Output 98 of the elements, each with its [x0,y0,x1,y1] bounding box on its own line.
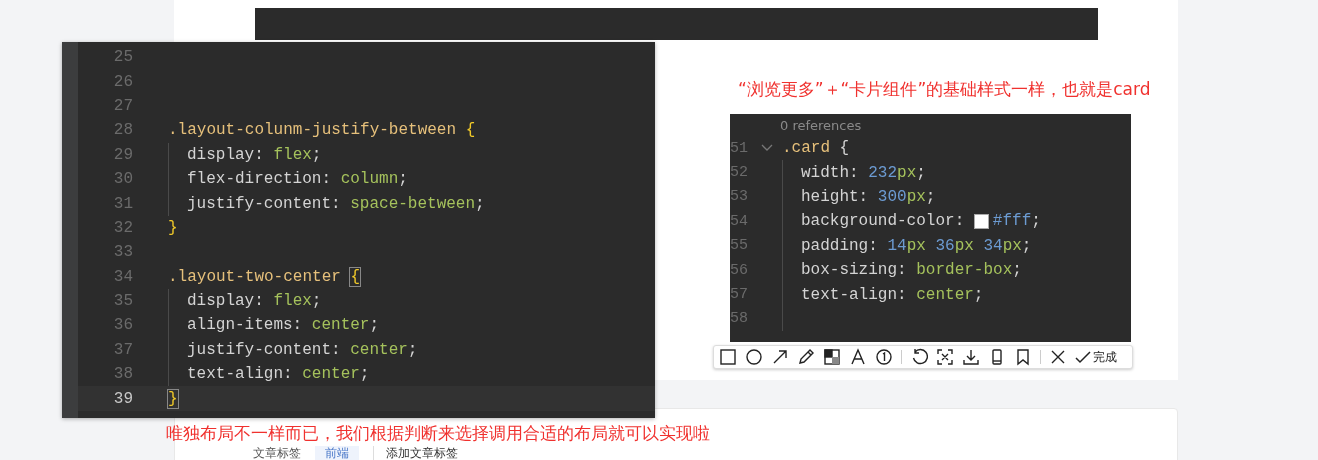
circle-icon[interactable] [745,348,763,366]
code-text: 36 [935,236,955,255]
code-text: } [168,218,178,237]
annotation-text: “浏览更多”＋“卡片组件”的基础样式一样，也就是card [738,79,1151,99]
pencil-icon[interactable] [797,348,815,366]
code-text: px [1002,236,1022,255]
code-text: px [906,187,926,206]
code-text: display: [187,292,265,311]
scan-icon[interactable] [936,348,954,366]
code-text: align-items: [187,316,304,335]
line-number: 34 [112,267,133,286]
line-number: 53 [730,188,748,206]
line-number: 28 [112,121,133,140]
code-text: px [906,236,927,255]
codelens-text: 0 references [779,117,863,135]
undo-icon[interactable] [910,348,928,366]
code-text: justify-content: [187,340,342,359]
code-text: height: [801,187,870,206]
line-number: 56 [730,261,748,279]
code-text: ; [1021,236,1032,255]
rectangle-icon[interactable] [719,348,737,366]
code-text: ; [407,340,418,359]
line-number: 58 [730,310,748,328]
tag-chip[interactable]: 前端 [315,446,359,460]
code-text: ; [359,365,370,384]
code-text: ; [925,187,936,206]
code-text: box-sizing: [801,261,908,280]
code-text: column [340,170,399,189]
code-text: ; [311,145,322,164]
color-swatch[interactable] [973,213,989,229]
done-button[interactable]: 完成 [1075,348,1117,366]
code-text: .layout-colunm-justify-between [168,121,458,140]
code-text: ; [369,316,380,335]
add-tag-button[interactable]: 添加文章标签 [373,446,458,460]
tag-label: 文章标签 [253,446,301,460]
bookmark-icon[interactable] [1014,348,1032,366]
code-text: display: [187,145,265,164]
close-icon[interactable] [1049,348,1067,366]
code-text: ; [916,163,926,182]
code-text: width: [801,163,860,182]
line-number: 52 [730,164,748,182]
code-text: { [350,267,361,286]
mosaic-icon[interactable] [823,348,841,366]
code-text: text-align: [801,285,908,304]
code-text: flex-direction: [187,170,333,189]
line-number: 30 [112,170,133,189]
code-text: px [897,163,917,182]
code-text: px [954,236,975,255]
code-text: .card [782,139,831,158]
code-text: { [839,139,850,158]
code-text: center [350,340,408,359]
line-number: 38 [112,365,133,384]
line-number: 31 [112,194,133,213]
code-text: 34 [983,236,1003,255]
code-text: text-align: [187,365,294,384]
code-text: ; [398,170,408,189]
code-text: padding: [801,236,879,255]
line-number: 57 [730,286,748,304]
code-text: space-between [350,194,476,213]
line-number: 35 [112,292,133,311]
code-text: ; [973,285,984,304]
code-text: ; [311,292,322,311]
code-text: 232 [868,163,898,182]
code-text: flex [273,145,312,164]
numbered-circle-icon[interactable] [875,348,893,366]
code-text: background-color: [801,212,966,231]
code-text: justify-content: [187,194,342,213]
code-text: ; [1031,212,1041,231]
text-icon[interactable] [849,348,867,366]
code-text: center [916,285,974,304]
line-number: 32 [112,218,133,237]
line-number: 55 [730,237,748,255]
check-icon [1075,350,1091,364]
code-text: } [168,389,178,408]
line-number: 37 [112,340,133,359]
code-text: center [311,316,370,335]
line-number: 33 [112,243,133,262]
arrow-icon[interactable] [771,348,789,366]
download-icon[interactable] [962,348,980,366]
code-text: 14 [887,236,907,255]
line-number: 29 [112,145,133,164]
code-text: { [465,121,476,140]
line-number: 54 [730,212,748,230]
line-number: 25 [112,48,133,67]
line-number: 27 [112,96,133,115]
line-number: 36 [112,316,133,335]
code-text: 300 [877,187,907,206]
line-number: 26 [112,72,133,91]
line-number: 51 [730,139,748,157]
code-text: ; [475,194,485,213]
code-text: ; [1012,261,1022,280]
code-text: flex [273,292,312,311]
code-text: .layout-two-center [168,267,342,286]
annotation-text: 唯独布局不一样而已，我们根据判断来选择调用合适的布局就可以实现啦 [166,423,710,443]
code-text: border-box [916,261,1013,280]
code-text: center [302,365,360,384]
line-number: 39 [112,389,133,408]
code-text: #fff [992,212,1032,231]
